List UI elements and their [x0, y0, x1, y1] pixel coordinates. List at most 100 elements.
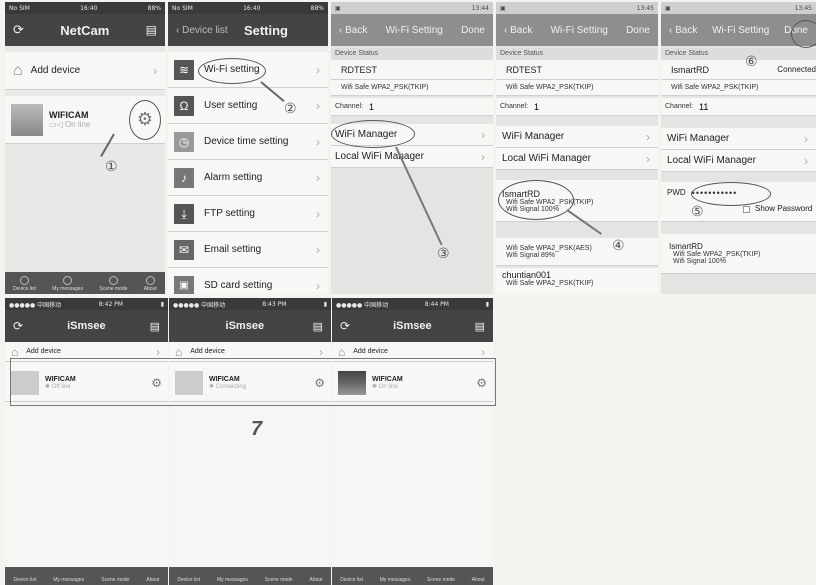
- annotation-ellipse: [691, 182, 771, 206]
- back-button[interactable]: ‹ Back: [669, 25, 697, 36]
- list-icon[interactable]: ▤: [475, 320, 485, 333]
- refresh-icon[interactable]: ⟳: [340, 319, 350, 333]
- tab-bar: Device list My messages Scene mode About: [5, 567, 168, 585]
- tutorial-composite: No SIM 16:40 88% ⟳ NetCam ▤ ⌂ Add device…: [0, 0, 816, 585]
- network-item[interactable]: chuntian001 Wifi Safe WPA2_PSK(TKIP): [496, 268, 658, 294]
- network-item[interactable]: Wifi Safe WPA2_PSK(AES) Wifi Signal 89%: [496, 238, 658, 266]
- ssid-text: RDTEST: [341, 64, 377, 75]
- back-button[interactable]: ‹ Back: [339, 25, 367, 36]
- nav-bar: ‹ Device list Setting: [168, 14, 328, 46]
- local-wifi-manager-label: Local WiFi Manager: [667, 155, 756, 166]
- tab-my-messages[interactable]: My messages: [52, 276, 83, 292]
- nav-bar: iSmsee ▤: [169, 310, 331, 342]
- pwd-label: PWD: [667, 188, 686, 197]
- tab-my-messages[interactable]: My messages: [380, 577, 411, 583]
- list-icon[interactable]: ▤: [146, 23, 157, 37]
- setting-label: Alarm setting: [204, 172, 263, 183]
- device-thumbnail: [11, 103, 43, 136]
- wifi-manager-row[interactable]: WiFi Manager ›: [496, 126, 658, 148]
- ssid-row: RDTEST: [496, 60, 658, 80]
- tab-about[interactable]: About: [146, 577, 159, 583]
- setting-label: FTP setting: [204, 208, 255, 219]
- list-icon[interactable]: ▤: [150, 320, 160, 333]
- wifi-manager-row[interactable]: WiFi Manager ›: [661, 128, 816, 150]
- done-button[interactable]: Done: [626, 25, 650, 36]
- refresh-icon[interactable]: ⟳: [13, 319, 23, 333]
- tab-about[interactable]: About: [144, 276, 157, 292]
- download-icon: ⤓: [174, 203, 194, 224]
- network-item[interactable]: IsmartRD Wifi Safe WPA2_PSK(TKIP) Wifi S…: [661, 234, 816, 274]
- tab-device-list[interactable]: Device list: [13, 276, 36, 292]
- highlight-box: [10, 358, 496, 406]
- notification-icon: ▣: [500, 4, 506, 12]
- tab-scene-mode[interactable]: Scene mode: [99, 276, 127, 292]
- tab-device-list[interactable]: Device list: [14, 577, 37, 583]
- local-wifi-manager-row[interactable]: Local WiFi Manager ›: [496, 148, 658, 170]
- time-text: 16:40: [243, 4, 261, 12]
- step-marker-3: ③: [437, 246, 450, 262]
- nav-bar: ⟳ NetCam ▤: [5, 14, 165, 46]
- add-device-row[interactable]: ⌂ Add device ›: [5, 52, 165, 90]
- tab-scene-mode[interactable]: Scene mode: [427, 577, 455, 583]
- step-marker-2: ②: [284, 101, 297, 117]
- home-plus-icon: ⌂: [13, 61, 23, 79]
- status-bar: ●●●●● 中国移动 8:42 PM ▮: [5, 298, 168, 310]
- local-wifi-manager-row[interactable]: Local WiFi Manager ›: [661, 150, 816, 172]
- annotation-ellipse: [198, 58, 266, 84]
- step-marker-7: 7: [251, 418, 263, 440]
- tab-my-messages[interactable]: My messages: [53, 577, 84, 583]
- done-button[interactable]: Done: [461, 25, 485, 36]
- status-bar: ▣ 13:44: [331, 2, 493, 14]
- list-icon[interactable]: ▤: [313, 320, 323, 333]
- battery-text: 88%: [310, 4, 324, 12]
- safe-row: Wifi Safe WPA2_PSK(TKIP): [496, 80, 658, 96]
- time-text: 8:43 PM: [262, 300, 287, 308]
- annotation-ellipse: [498, 180, 574, 220]
- home-plus-icon: ⌂: [11, 344, 19, 359]
- phone-ismsee-2: ●●●●● 中国移动 8:43 PM ▮ iSmsee ▤ ⌂ Add device › …: [169, 298, 331, 585]
- local-wifi-manager-row[interactable]: Local WiFi Manager ›: [331, 146, 493, 168]
- status-bar: ●●●●● 中国移动 8:43 PM ▮: [169, 298, 331, 310]
- phone-wifi-setting-1: ▣ 13:44 ‹ Back Wi-Fi Setting Done Device…: [331, 2, 493, 294]
- setting-user[interactable]: Ω User setting ›: [168, 88, 328, 124]
- home-plus-icon: ⌂: [338, 344, 346, 359]
- tab-about[interactable]: About: [472, 577, 485, 583]
- carrier-text: No SIM: [9, 4, 30, 12]
- setting-time[interactable]: ◷ Device time setting ›: [168, 124, 328, 160]
- setting-alarm[interactable]: ♪ Alarm setting ›: [168, 160, 328, 196]
- tab-about[interactable]: About: [310, 577, 323, 583]
- device-status-header: Device Status: [331, 48, 493, 60]
- show-password-label[interactable]: Show Password: [755, 204, 812, 213]
- tab-scene-mode[interactable]: Scene mode: [265, 577, 293, 583]
- sd-card-icon: ▣: [174, 275, 194, 294]
- tab-my-messages[interactable]: My messages: [217, 577, 248, 583]
- wifi-icon: ≋: [174, 59, 194, 80]
- chevron-right-icon: ›: [153, 63, 157, 78]
- network-name: IsmartRD: [669, 242, 703, 251]
- setting-email[interactable]: ✉ Email setting ›: [168, 232, 328, 268]
- channel-row[interactable]: Channel: 1: [331, 98, 493, 116]
- safe-row: Wifi Safe WPA2_PSK(TKIP): [331, 80, 493, 96]
- time-text: 8:42 PM: [98, 300, 123, 308]
- show-password-checkbox[interactable]: [743, 206, 750, 213]
- setting-sd[interactable]: ▣ SD card setting ›: [168, 268, 328, 294]
- channel-value[interactable]: 11: [699, 102, 708, 112]
- status-bar: ●●●●● 中国移动 8:44 PM ▮: [332, 298, 493, 310]
- tab-device-list[interactable]: Device list: [340, 577, 363, 583]
- status-bar: ▣ 13:45: [496, 2, 658, 14]
- tab-scene-mode[interactable]: Scene mode: [101, 577, 129, 583]
- refresh-icon[interactable]: ⟳: [13, 22, 24, 38]
- ssid-text: RDTEST: [506, 64, 542, 75]
- time-text: 13:45: [636, 4, 654, 12]
- channel-value[interactable]: 1: [534, 102, 539, 112]
- setting-ftp[interactable]: ⤓ FTP setting ›: [168, 196, 328, 232]
- channel-row[interactable]: Channel: 11: [661, 98, 816, 116]
- tab-device-list[interactable]: Device list: [177, 577, 200, 583]
- device-status: On line: [64, 120, 91, 129]
- tab-bar: Device list My messages Scene mode About: [5, 272, 165, 294]
- back-button[interactable]: ‹ Back: [504, 25, 532, 36]
- back-button[interactable]: ‹ Device list: [176, 25, 228, 36]
- clock-icon: ◷: [174, 131, 194, 152]
- channel-row[interactable]: Channel: 1: [496, 98, 658, 116]
- channel-value[interactable]: 1: [369, 102, 374, 112]
